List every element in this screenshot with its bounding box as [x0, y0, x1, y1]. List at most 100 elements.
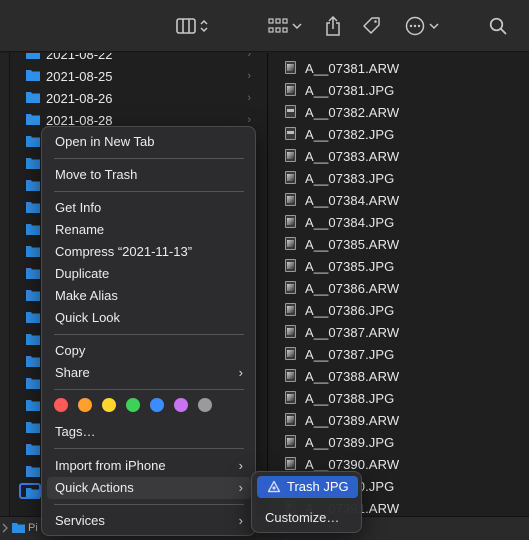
path-segment[interactable]: Pi	[28, 522, 38, 534]
menu-item-compress[interactable]: Compress “2021-11-13”	[47, 241, 251, 263]
view-columns-button[interactable]	[176, 14, 208, 38]
folder-icon	[12, 523, 25, 533]
menu-item-open-new-tab[interactable]: Open in New Tab	[47, 131, 251, 153]
file-row[interactable]: A__07385.JPG	[269, 255, 529, 277]
search-button[interactable]	[489, 14, 507, 38]
menu-item-label: Move to Trash	[55, 167, 138, 182]
image-file-icon	[285, 303, 296, 316]
tag-color-dot[interactable]	[174, 398, 188, 412]
file-row[interactable]: A__07381.ARW	[269, 57, 529, 79]
share-button[interactable]	[325, 14, 341, 38]
more-actions-button[interactable]	[405, 14, 439, 38]
chevron-right-icon: ›	[247, 114, 251, 126]
chevron-right-icon: ›	[238, 513, 243, 528]
image-file-icon	[285, 413, 296, 426]
file-column[interactable]: A__07381.ARW A__07381.JPG A__07382.ARW A__0…	[269, 53, 529, 516]
chevron-right-icon	[2, 523, 8, 533]
menu-item-label: Quick Look	[55, 310, 121, 325]
menu-item-move-to-trash[interactable]: Move to Trash	[47, 164, 251, 186]
folder-row[interactable]: 2021-08-25 ›	[10, 65, 267, 87]
image-file-icon	[285, 127, 296, 140]
file-row[interactable]: A__07381.JPG	[269, 79, 529, 101]
menu-item-rename[interactable]: Rename	[47, 219, 251, 241]
folder-icon	[26, 400, 40, 411]
menu-item-label: Make Alias	[55, 288, 118, 303]
file-row[interactable]: A__07389.JPG	[269, 431, 529, 453]
menu-item-quick-look[interactable]: Quick Look	[47, 307, 251, 329]
file-name: A__07383.JPG	[305, 170, 395, 186]
file-name: A__07384.JPG	[305, 214, 395, 230]
image-file-icon	[285, 193, 296, 206]
folder-icon	[26, 290, 40, 301]
menu-item-tags[interactable]: Tags…	[47, 421, 251, 443]
column-edge	[0, 53, 10, 516]
selected-folder-highlight[interactable]	[19, 483, 41, 499]
folder-icon	[26, 158, 40, 169]
image-file-icon	[285, 171, 296, 184]
file-row[interactable]: A__07382.ARW	[269, 101, 529, 123]
file-row[interactable]: A__07385.ARW	[269, 233, 529, 255]
folder-icon	[26, 92, 40, 103]
image-file-icon	[285, 281, 296, 294]
file-row[interactable]: A__07384.JPG	[269, 211, 529, 233]
search-icon	[489, 17, 507, 35]
menu-separator	[54, 504, 244, 505]
tag-color-dot[interactable]	[150, 398, 164, 412]
menu-separator	[54, 448, 244, 449]
file-row[interactable]: A__07382.JPG	[269, 123, 529, 145]
menu-item-label: Share	[55, 365, 90, 380]
menu-item-copy[interactable]: Copy	[47, 340, 251, 362]
menu-item-label: Tags…	[55, 424, 96, 439]
file-row[interactable]: A__07388.JPG	[269, 387, 529, 409]
image-file-icon	[285, 237, 296, 250]
file-row[interactable]: A__07389.ARW	[269, 409, 529, 431]
file-name: A__07382.ARW	[305, 104, 400, 120]
file-name: A__07381.JPG	[305, 82, 395, 98]
file-row[interactable]: A__07386.JPG	[269, 299, 529, 321]
menu-item-import-iphone[interactable]: Import from iPhone ›	[47, 455, 251, 477]
file-row[interactable]: A__07386.ARW	[269, 277, 529, 299]
folder-row[interactable]: 2021-08-26 ›	[10, 87, 267, 109]
share-icon	[326, 16, 340, 36]
image-file-icon	[285, 347, 296, 360]
tag-color-dot[interactable]	[78, 398, 92, 412]
tag-color-dot[interactable]	[126, 398, 140, 412]
file-name: A__07388.ARW	[305, 368, 400, 384]
file-row[interactable]: A__07384.ARW	[269, 189, 529, 211]
file-row[interactable]: A__07383.ARW	[269, 145, 529, 167]
menu-separator	[54, 389, 244, 390]
chevron-right-icon: ›	[238, 365, 243, 380]
menu-item-services[interactable]: Services ›	[47, 510, 251, 532]
submenu-item-customize[interactable]: Customize…	[257, 507, 358, 529]
image-file-icon	[285, 259, 296, 272]
file-name: A__07385.JPG	[305, 258, 395, 274]
chevron-right-icon: ›	[247, 53, 251, 60]
tag-icon	[363, 17, 380, 34]
menu-item-quick-actions[interactable]: Quick Actions ›	[47, 477, 251, 499]
group-by-button[interactable]	[268, 14, 302, 38]
folder-icon	[26, 53, 40, 59]
file-row[interactable]: A__07388.ARW	[269, 365, 529, 387]
folder-icon	[26, 136, 40, 147]
folder-icon	[26, 334, 40, 345]
tag-color-dot[interactable]	[102, 398, 116, 412]
tag-button[interactable]	[362, 14, 382, 38]
menu-separator	[54, 191, 244, 192]
submenu-item-trash-jpg[interactable]: Trash JPG	[257, 476, 358, 498]
menu-item-label: Compress “2021-11-13”	[55, 244, 193, 259]
menu-item-get-info[interactable]: Get Info	[47, 197, 251, 219]
menu-item-duplicate[interactable]: Duplicate	[47, 263, 251, 285]
submenu-item-label: Customize…	[265, 510, 340, 525]
file-name: A__07381.ARW	[305, 60, 400, 76]
tag-color-dot[interactable]	[54, 398, 68, 412]
folder-row[interactable]: 2021-08-22 ›	[10, 53, 267, 65]
file-row[interactable]: A__07383.JPG	[269, 167, 529, 189]
tag-color-dot[interactable]	[198, 398, 212, 412]
file-row[interactable]: A__07387.ARW	[269, 321, 529, 343]
file-name: A__07389.ARW	[305, 412, 400, 428]
file-row[interactable]: A__07387.JPG	[269, 343, 529, 365]
menu-item-make-alias[interactable]: Make Alias	[47, 285, 251, 307]
menu-item-share[interactable]: Share ›	[47, 362, 251, 384]
file-name: A__07384.ARW	[305, 192, 400, 208]
image-file-icon	[285, 369, 296, 382]
